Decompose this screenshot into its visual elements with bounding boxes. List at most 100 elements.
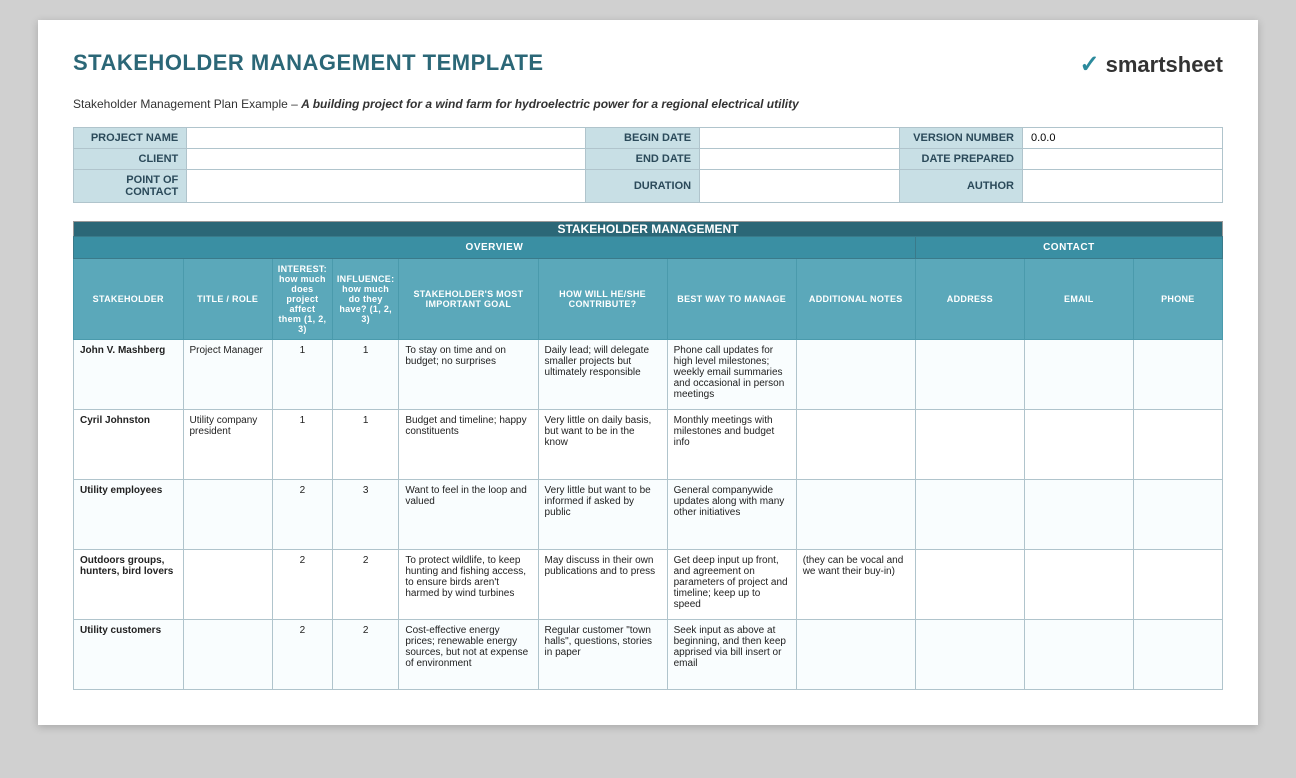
address bbox=[915, 410, 1024, 480]
best-way: Phone call updates for high level milest… bbox=[667, 340, 796, 410]
main-header: STAKEHOLDER MANAGEMENT bbox=[74, 222, 1223, 237]
stakeholder-name: Outdoors groups, hunters, bird lovers bbox=[74, 550, 184, 620]
notes bbox=[796, 410, 915, 480]
logo: ✓ smartsheet bbox=[1079, 50, 1223, 79]
email bbox=[1024, 550, 1133, 620]
section-header-row: OVERVIEW CONTACT bbox=[74, 237, 1223, 259]
col-header-row: STAKEHOLDER TITLE / ROLE INTEREST: how m… bbox=[74, 259, 1223, 340]
important-goal: Want to feel in the loop and valued bbox=[399, 480, 538, 550]
email bbox=[1024, 340, 1133, 410]
address bbox=[915, 620, 1024, 690]
col-address: ADDRESS bbox=[915, 259, 1024, 340]
email bbox=[1024, 480, 1133, 550]
logo-smart: smart bbox=[1106, 52, 1166, 77]
phone bbox=[1133, 620, 1222, 690]
col-best-way: BEST WAY TO MANAGE bbox=[667, 259, 796, 340]
best-way: General companywide updates along with m… bbox=[667, 480, 796, 550]
title-role: Utility company president bbox=[183, 410, 272, 480]
col-influence: INFLUENCE: how much do they have? (1, 2,… bbox=[332, 259, 399, 340]
influence: 1 bbox=[332, 340, 399, 410]
stakeholder-name: Utility employees bbox=[74, 480, 184, 550]
influence: 2 bbox=[332, 620, 399, 690]
col-contribute: HOW WILL HE/SHE CONTRIBUTE? bbox=[538, 259, 667, 340]
title-role bbox=[183, 550, 272, 620]
table-row: John V. MashbergProject Manager11To stay… bbox=[74, 340, 1223, 410]
begin-date-value bbox=[700, 128, 900, 149]
contact-section: CONTACT bbox=[915, 237, 1222, 259]
phone bbox=[1133, 550, 1222, 620]
end-date-label: END DATE bbox=[586, 149, 700, 170]
col-notes: ADDITIONAL NOTES bbox=[796, 259, 915, 340]
interest: 1 bbox=[272, 340, 332, 410]
begin-date-label: BEGIN DATE bbox=[586, 128, 700, 149]
address bbox=[915, 340, 1024, 410]
best-way: Seek input as above at beginning, and th… bbox=[667, 620, 796, 690]
col-phone: PHONE bbox=[1133, 259, 1222, 340]
client-label: CLIENT bbox=[74, 149, 187, 170]
logo-check-icon: ✓ bbox=[1079, 50, 1099, 79]
influence: 2 bbox=[332, 550, 399, 620]
stakeholder-name: Cyril Johnston bbox=[74, 410, 184, 480]
title-role bbox=[183, 620, 272, 690]
subtitle: Stakeholder Management Plan Example – A … bbox=[73, 97, 1223, 111]
influence: 3 bbox=[332, 480, 399, 550]
table-row: Utility employees 23Want to feel in the l… bbox=[74, 480, 1223, 550]
col-title-role: TITLE / ROLE bbox=[183, 259, 272, 340]
notes bbox=[796, 340, 915, 410]
version-number-value: 0.0.0 bbox=[1023, 128, 1223, 149]
author-label: AUTHOR bbox=[900, 170, 1023, 203]
header: STAKEHOLDER MANAGEMENT TEMPLATE ✓ smarts… bbox=[73, 50, 1223, 79]
address bbox=[915, 550, 1024, 620]
interest: 2 bbox=[272, 620, 332, 690]
page: STAKEHOLDER MANAGEMENT TEMPLATE ✓ smarts… bbox=[38, 20, 1258, 725]
notes: (they can be vocal and we want their buy… bbox=[796, 550, 915, 620]
logo-text: smartsheet bbox=[1106, 52, 1223, 78]
phone bbox=[1133, 340, 1222, 410]
page-title: STAKEHOLDER MANAGEMENT TEMPLATE bbox=[73, 50, 544, 76]
version-number-label: VERSION NUMBER bbox=[900, 128, 1023, 149]
info-row-3: POINT OF CONTACT DURATION AUTHOR bbox=[74, 170, 1223, 203]
important-goal: To protect wildlife, to keep hunting and… bbox=[399, 550, 538, 620]
subtitle-prefix: Stakeholder Management Plan Example – bbox=[73, 97, 301, 111]
info-row-1: PROJECT NAME BEGIN DATE VERSION NUMBER 0… bbox=[74, 128, 1223, 149]
notes bbox=[796, 620, 915, 690]
stakeholder-table: STAKEHOLDER MANAGEMENT OVERVIEW CONTACT … bbox=[73, 221, 1223, 690]
important-goal: Cost-effective energy prices; renewable … bbox=[399, 620, 538, 690]
interest: 2 bbox=[272, 480, 332, 550]
client-value bbox=[187, 149, 586, 170]
stakeholder-name: Utility customers bbox=[74, 620, 184, 690]
info-table: PROJECT NAME BEGIN DATE VERSION NUMBER 0… bbox=[73, 127, 1223, 203]
email bbox=[1024, 620, 1133, 690]
contribute: Daily lead; will delegate smaller projec… bbox=[538, 340, 667, 410]
subtitle-italic: A building project for a wind farm for h… bbox=[301, 97, 799, 111]
interest: 2 bbox=[272, 550, 332, 620]
table-row: Cyril JohnstonUtility company president1… bbox=[74, 410, 1223, 480]
table-row: Utility customers22Cost-effective energy… bbox=[74, 620, 1223, 690]
phone bbox=[1133, 480, 1222, 550]
notes bbox=[796, 480, 915, 550]
info-row-2: CLIENT END DATE DATE PREPARED bbox=[74, 149, 1223, 170]
influence: 1 bbox=[332, 410, 399, 480]
date-prepared-label: DATE PREPARED bbox=[900, 149, 1023, 170]
contribute: May discuss in their own publications an… bbox=[538, 550, 667, 620]
duration-label: DURATION bbox=[586, 170, 700, 203]
important-goal: Budget and timeline; happy constituents bbox=[399, 410, 538, 480]
interest: 1 bbox=[272, 410, 332, 480]
table-row: Outdoors groups, hunters, bird lovers 22T… bbox=[74, 550, 1223, 620]
author-value bbox=[1023, 170, 1223, 203]
contribute: Very little on daily basis, but want to … bbox=[538, 410, 667, 480]
end-date-value bbox=[700, 149, 900, 170]
contribute: Regular customer "town halls", questions… bbox=[538, 620, 667, 690]
contribute: Very little but want to be informed if a… bbox=[538, 480, 667, 550]
project-name-value bbox=[187, 128, 586, 149]
main-header-row: STAKEHOLDER MANAGEMENT bbox=[74, 222, 1223, 237]
stakeholder-name: John V. Mashberg bbox=[74, 340, 184, 410]
phone bbox=[1133, 410, 1222, 480]
title-role bbox=[183, 480, 272, 550]
best-way: Get deep input up front, and agreement o… bbox=[667, 550, 796, 620]
email bbox=[1024, 410, 1133, 480]
poc-label: POINT OF CONTACT bbox=[74, 170, 187, 203]
col-important-goal: STAKEHOLDER'S MOST IMPORTANT GOAL bbox=[399, 259, 538, 340]
project-name-label: PROJECT NAME bbox=[74, 128, 187, 149]
best-way: Monthly meetings with milestones and bud… bbox=[667, 410, 796, 480]
